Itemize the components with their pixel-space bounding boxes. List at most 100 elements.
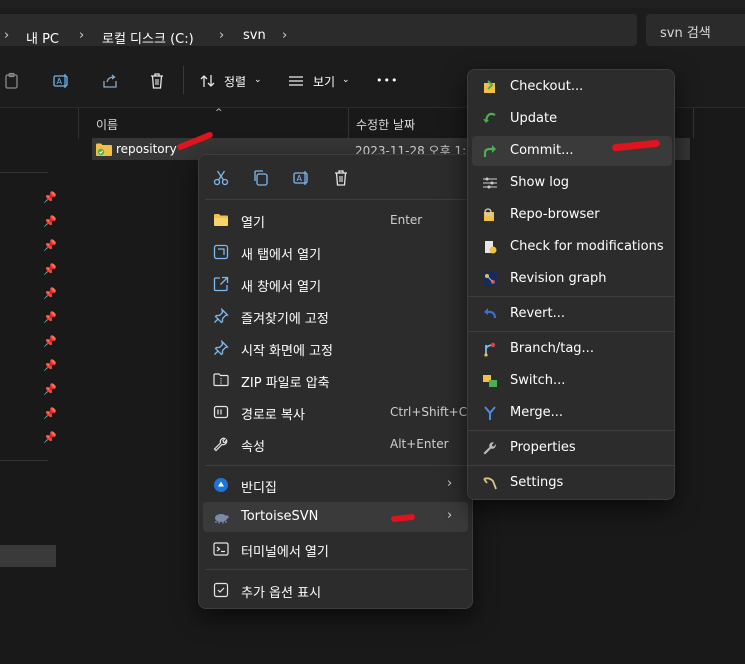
breadcrumb-separator[interactable]: ›: [79, 28, 84, 43]
menu-item-properties[interactable]: 속성 Alt+Enter: [203, 429, 468, 459]
menu-item-pin-start[interactable]: 시작 화면에 고정: [203, 333, 468, 363]
menu-item-more-options[interactable]: 추가 옵션 표시: [203, 575, 468, 605]
svn-item-repo-browser[interactable]: Repo-browser: [472, 200, 672, 230]
breadcrumb-separator[interactable]: ›: [4, 28, 9, 43]
nav-divider: [0, 172, 48, 173]
menu-item-open-terminal[interactable]: 터미널에서 열기: [203, 534, 468, 564]
pin-icon: 📌: [43, 239, 57, 252]
pin-icon: 📌: [43, 311, 57, 324]
menu-item-open-new-window[interactable]: 새 창에서 열기: [203, 269, 468, 299]
menu-divider: [205, 199, 468, 200]
column-divider[interactable]: [348, 108, 349, 138]
cut-icon[interactable]: [212, 169, 230, 187]
revision-graph-icon: [483, 272, 497, 286]
menu-item-copy-path[interactable]: 경로로 복사 Ctrl+Shift+C: [203, 397, 468, 427]
rename-icon[interactable]: A: [52, 72, 70, 90]
sort-caret-icon: ^: [215, 108, 223, 118]
chevron-down-icon[interactable]: ⌄: [342, 75, 350, 85]
view-icon[interactable]: [287, 72, 305, 90]
menu-item-label: Settings: [510, 475, 564, 490]
menu-item-label: Show log: [510, 175, 570, 190]
svn-item-revert[interactable]: Revert...: [472, 299, 672, 329]
menu-item-shortcut: Enter: [390, 213, 423, 227]
sort-button[interactable]: 정렬: [224, 73, 246, 90]
delete-icon[interactable]: [148, 72, 166, 90]
address-box[interactable]: › 내 PC › 로컬 디스크 (C:) › svn ›: [0, 14, 637, 47]
paste-icon[interactable]: [3, 72, 21, 90]
breadcrumb-this-pc[interactable]: 내 PC: [26, 28, 59, 47]
properties-icon: [483, 442, 496, 455]
chevron-down-icon[interactable]: ⌄: [254, 75, 262, 85]
menu-item-tortoisesvn[interactable]: TortoiseSVN ›: [203, 502, 468, 532]
search-input[interactable]: svn 검색: [646, 14, 745, 46]
menu-divider: [468, 331, 674, 332]
breadcrumb-separator[interactable]: ›: [219, 28, 224, 43]
menu-item-label: 터미널에서 열기: [241, 545, 329, 560]
nav-selected-item[interactable]: [0, 545, 56, 567]
pin-icon: 📌: [43, 407, 57, 420]
svn-item-revision-graph[interactable]: Revision graph: [472, 264, 672, 294]
pin-icon: 📌: [43, 191, 57, 204]
menu-item-label: Commit...: [510, 143, 574, 158]
breadcrumb-svn[interactable]: svn: [243, 28, 266, 43]
chevron-right-icon: ›: [447, 476, 453, 491]
more-options-button[interactable]: •••: [376, 74, 398, 87]
svn-item-show-log[interactable]: Show log: [472, 168, 672, 198]
menu-item-label: 새 탭에서 열기: [241, 248, 322, 263]
pin-icon: 📌: [43, 383, 57, 396]
menu-item-label: Checkout...: [510, 79, 584, 94]
chevron-right-icon: ›: [447, 508, 453, 523]
switch-icon: [483, 375, 497, 387]
svn-folder-icon: [96, 143, 112, 156]
menu-item-label: 열기: [241, 216, 265, 231]
copy-icon[interactable]: [252, 169, 270, 187]
menu-item-shortcut: Alt+Enter: [390, 437, 449, 451]
column-header-name[interactable]: 이름: [96, 116, 118, 133]
new-window-icon: [213, 276, 229, 292]
menu-item-label: TortoiseSVN: [241, 509, 319, 524]
svn-item-update[interactable]: Update: [472, 104, 672, 134]
svn-item-check-modifications[interactable]: Check for modifications: [472, 232, 672, 262]
menu-item-open-new-tab[interactable]: 새 탭에서 열기: [203, 237, 468, 267]
svn-item-properties[interactable]: Properties: [472, 433, 672, 463]
column-header-modified[interactable]: 수정한 날짜: [356, 116, 415, 133]
menu-item-label: Repo-browser: [510, 207, 600, 222]
column-divider[interactable]: [693, 108, 694, 138]
rename-icon[interactable]: A: [292, 169, 310, 187]
sort-icon[interactable]: [199, 72, 217, 90]
title-strip: [0, 0, 745, 8]
breadcrumb-local-disk[interactable]: 로컬 디스크 (C:): [102, 28, 194, 47]
bandizip-icon: [214, 478, 228, 492]
svg-text:A: A: [57, 77, 63, 86]
menu-item-label: Revert...: [510, 306, 565, 321]
wrench-icon: [213, 437, 228, 452]
svn-item-checkout[interactable]: Checkout...: [472, 72, 672, 102]
pin-icon: 📌: [43, 335, 57, 348]
menu-item-open[interactable]: 열기 Enter: [203, 205, 468, 235]
menu-item-zip[interactable]: ZIP 파일로 압축: [203, 365, 468, 395]
share-icon[interactable]: [101, 72, 119, 90]
toolbar-divider: [183, 66, 184, 94]
nav-divider: [0, 460, 48, 461]
pin-start-icon: [214, 340, 229, 356]
svn-item-merge[interactable]: Merge...: [472, 398, 672, 428]
terminal-icon: [213, 542, 229, 556]
menu-item-bandizip[interactable]: 반디집 ›: [203, 470, 468, 500]
delete-icon[interactable]: [332, 169, 350, 187]
menu-item-pin-quick-access[interactable]: 즐겨찾기에 고정: [203, 301, 468, 331]
svn-item-settings[interactable]: Settings: [472, 468, 672, 498]
svn-item-branch-tag[interactable]: Branch/tag...: [472, 334, 672, 364]
menu-item-label: 속성: [241, 440, 265, 455]
context-menu: A 열기 Enter 새 탭에서 열기 새 창에서 열기 즐겨찾기에 고정 시작…: [198, 154, 473, 609]
more-options-icon: [213, 582, 229, 598]
file-name[interactable]: repository: [116, 142, 177, 156]
commit-icon: [483, 145, 496, 157]
address-bar: › 내 PC › 로컬 디스크 (C:) › svn › svn 검색: [0, 8, 745, 52]
svn-item-switch[interactable]: Switch...: [472, 366, 672, 396]
menu-item-label: Revision graph: [510, 271, 607, 286]
settings-icon: [483, 477, 497, 490]
view-button[interactable]: 보기: [313, 73, 335, 90]
menu-item-label: Branch/tag...: [510, 341, 594, 356]
update-icon: [483, 112, 496, 123]
breadcrumb-separator[interactable]: ›: [282, 28, 287, 43]
